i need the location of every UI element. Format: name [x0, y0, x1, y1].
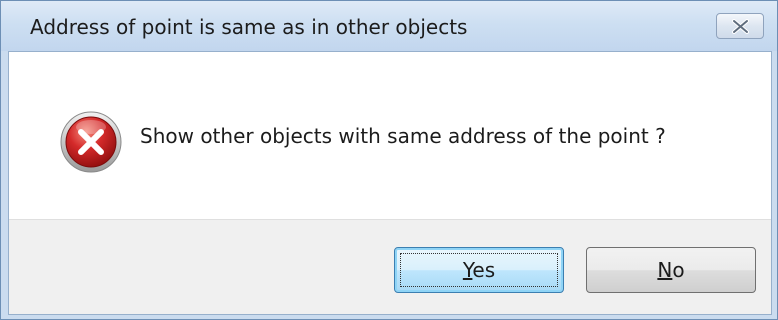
button-bar: Yes No: [9, 219, 771, 314]
message-area: Show other objects with same address of …: [9, 52, 771, 219]
no-button[interactable]: No: [586, 247, 756, 293]
dialog-client-area: Show other objects with same address of …: [8, 51, 772, 315]
no-mnemonic: N: [657, 258, 673, 282]
yes-mnemonic: Y: [462, 258, 473, 282]
dialog-window: Address of point is same as in other obj…: [0, 0, 778, 320]
yes-button[interactable]: Yes: [394, 247, 564, 293]
error-icon: [60, 111, 122, 173]
yes-label-rest: es: [472, 258, 496, 282]
no-button-label: No: [657, 258, 684, 282]
close-button[interactable]: [716, 13, 764, 39]
yes-button-label: Yes: [463, 258, 495, 282]
message-text: Show other objects with same address of …: [140, 124, 666, 148]
title-bar[interactable]: Address of point is same as in other obj…: [1, 1, 777, 51]
no-label-rest: o: [672, 258, 685, 282]
window-title: Address of point is same as in other obj…: [30, 15, 468, 39]
close-icon: [732, 19, 749, 34]
